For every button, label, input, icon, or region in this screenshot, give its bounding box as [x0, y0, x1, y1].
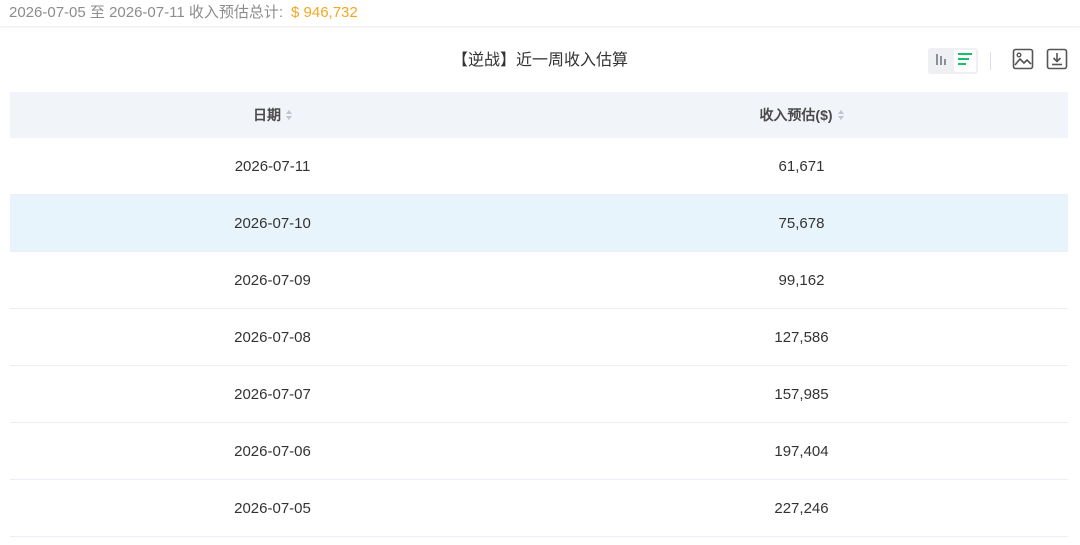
sort-icon	[837, 110, 844, 120]
date-cell: 2026-07-07	[234, 385, 311, 403]
revenue-cell: 157,985	[774, 385, 829, 403]
download-button[interactable]	[1044, 48, 1070, 74]
column-header-date[interactable]: 日期	[10, 105, 535, 125]
summary-amount: $ 946,732	[291, 4, 358, 21]
date-cell: 2026-07-11	[234, 157, 311, 175]
date-cell: 2026-07-08	[234, 328, 311, 346]
revenue-cell: 227,246	[774, 499, 829, 517]
date-cell: 2026-07-05	[234, 499, 311, 517]
column-header-revenue[interactable]: 收入预估($)	[535, 105, 1068, 125]
table-row[interactable]: 2026-07-11 61,671	[10, 138, 1068, 195]
bar-chart-view-button[interactable]	[931, 50, 953, 72]
table-view-button[interactable]	[953, 50, 976, 72]
column-header-date-label: 日期	[253, 107, 281, 123]
bar-chart-icon	[935, 52, 949, 71]
date-cell: 2026-07-06	[234, 442, 311, 460]
revenue-cell: 197,404	[774, 442, 829, 460]
table-row[interactable]: 2026-07-09 99,162	[10, 252, 1068, 309]
table-row[interactable]: 2026-07-07 157,985	[10, 366, 1068, 423]
table-header: 日期 收入预估($)	[10, 92, 1068, 138]
summary-bar: 2026-07-05 至 2026-07-11 收入预估总计: $ 946,732	[0, 0, 1080, 27]
table-list-icon	[957, 52, 973, 71]
table-row[interactable]: 2026-07-10 75,678	[10, 195, 1068, 252]
summary-text: 2026-07-05 至 2026-07-11 收入预估总计:	[9, 4, 284, 21]
save-image-button[interactable]	[1010, 48, 1036, 74]
revenue-cell: 127,586	[774, 328, 829, 346]
toolbar-divider	[990, 52, 991, 70]
column-header-revenue-label: 收入预估($)	[759, 107, 833, 123]
page-title: 【逆战】近一周收入估算	[451, 52, 628, 69]
download-icon	[1046, 48, 1068, 75]
toolbar	[928, 47, 1070, 75]
date-cell: 2026-07-09	[234, 271, 311, 289]
date-cell: 2026-07-10	[234, 214, 311, 232]
revenue-table: 日期 收入预估($) 2026-07-11 61,671 2026-07-10 …	[10, 92, 1068, 537]
table-row[interactable]: 2026-07-06 197,404	[10, 423, 1068, 480]
sort-icon	[286, 110, 292, 120]
revenue-cell: 61,671	[778, 157, 825, 175]
revenue-cell: 99,162	[778, 271, 825, 289]
view-toggle	[928, 48, 978, 74]
revenue-summary: 2026-07-05 至 2026-07-11 收入预估总计: $ 946,732	[9, 3, 358, 23]
table-row[interactable]: 2026-07-08 127,586	[10, 309, 1068, 366]
table-row[interactable]: 2026-07-05 227,246	[10, 480, 1068, 537]
revenue-cell: 75,678	[778, 214, 825, 232]
image-icon	[1012, 48, 1034, 75]
